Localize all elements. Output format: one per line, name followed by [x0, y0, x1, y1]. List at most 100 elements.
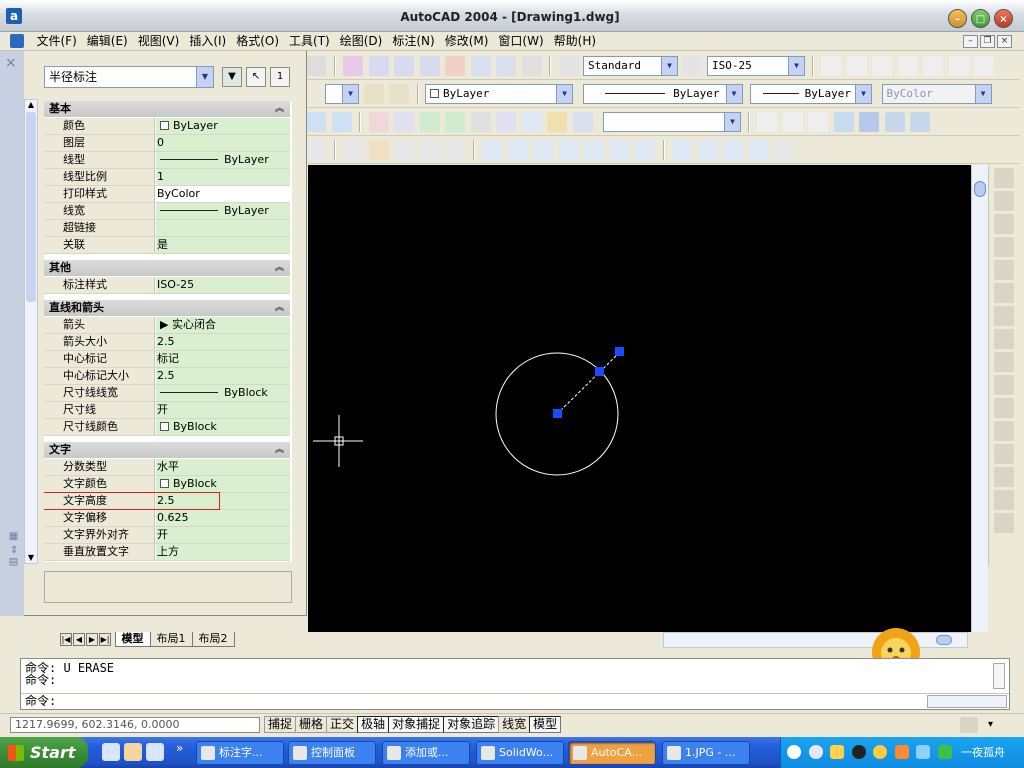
scroll-thumb[interactable]: [936, 635, 952, 645]
dim-edit-icon[interactable]: [994, 444, 1014, 464]
view-sw-iso-icon[interactable]: [635, 140, 655, 160]
doc-restore-button[interactable]: ❐: [980, 35, 995, 48]
collapse-icon[interactable]: ︽: [275, 442, 284, 458]
property-row[interactable]: 分数类型 水平: [44, 459, 290, 476]
view-right-icon[interactable]: [558, 140, 579, 160]
property-value[interactable]: ByBlock: [156, 476, 290, 492]
layout-tab-1[interactable]: 布局1: [149, 632, 193, 647]
property-value[interactable]: 上方: [156, 544, 290, 560]
dim-update-icon[interactable]: [994, 490, 1014, 510]
first-tab-icon[interactable]: |◀: [60, 633, 72, 646]
status-toggle[interactable]: 对象捕捉: [388, 716, 445, 733]
select-objects-icon[interactable]: ↖: [246, 67, 266, 87]
text-scale-icon[interactable]: [948, 56, 969, 76]
chevron-down-icon[interactable]: ▼: [342, 85, 358, 103]
chevron-down-icon[interactable]: ▼: [661, 57, 677, 75]
tool-palettes-icon[interactable]: [496, 56, 516, 76]
command-scrollbar[interactable]: [993, 663, 1005, 689]
spell-check-icon[interactable]: [897, 56, 918, 76]
property-value[interactable]: ByColor: [156, 186, 290, 202]
quicklaunch-explorer-icon[interactable]: [146, 743, 164, 761]
dim-baseline-icon[interactable]: [994, 329, 1014, 349]
chevron-down-icon[interactable]: ▼: [196, 67, 213, 87]
quicklaunch-desktop-icon[interactable]: [102, 743, 120, 761]
toggle-pickadd-icon[interactable]: ▼: [222, 67, 242, 87]
dim-text-edit-icon[interactable]: [994, 467, 1014, 487]
zoom-realtime-icon[interactable]: [368, 56, 389, 76]
title-bar[interactable]: a AutoCAD 2004 - [Drawing1.dwg] – □ ×: [0, 0, 1024, 32]
scroll-thumb[interactable]: [974, 181, 986, 197]
ucs-face-icon[interactable]: [394, 140, 414, 160]
property-value[interactable]: 水平: [156, 459, 290, 475]
menu-item-6[interactable]: 绘图(D): [335, 32, 388, 50]
shade-icon[interactable]: [782, 112, 803, 132]
property-row[interactable]: 箭头 ▶ 实心闭合: [44, 317, 290, 334]
design-center-icon[interactable]: [470, 56, 491, 76]
property-value[interactable]: 开: [156, 402, 290, 418]
property-row[interactable]: 文字高度 2.5: [44, 492, 290, 510]
dim-radius-icon[interactable]: [994, 237, 1014, 257]
menu-item-7[interactable]: 标注(N): [387, 32, 439, 50]
tray-k-icon[interactable]: [808, 745, 823, 759]
property-row[interactable]: 线宽 ByLayer: [44, 203, 290, 220]
taskbar-button[interactable]: 1.JPG - ...: [662, 741, 750, 765]
menu-item-10[interactable]: 帮助(H): [549, 32, 601, 50]
help-icon[interactable]: [521, 56, 542, 76]
property-row[interactable]: 中心标记大小 2.5: [44, 368, 290, 385]
view-ne-iso-icon[interactable]: [697, 140, 718, 160]
dim-diameter-icon[interactable]: [994, 260, 1014, 280]
dim-angular-icon[interactable]: [994, 283, 1014, 303]
view-left-icon[interactable]: [533, 140, 553, 160]
view-nw-iso-icon[interactable]: [723, 140, 743, 160]
status-toggle[interactable]: 模型: [529, 716, 562, 733]
tray-volume-icon[interactable]: [937, 745, 952, 759]
property-value[interactable]: 2.5: [156, 368, 290, 384]
property-value[interactable]: 是: [156, 237, 290, 253]
maximize-button[interactable]: □: [971, 9, 990, 28]
scroll-up-icon[interactable]: ▲: [26, 100, 36, 110]
property-row[interactable]: 中心标记 标记: [44, 351, 290, 368]
taskbar-button[interactable]: 控制面板: [288, 741, 376, 765]
view-bottom-icon[interactable]: [507, 140, 528, 160]
property-value[interactable]: ByBlock: [156, 419, 290, 435]
property-row[interactable]: 超链接: [44, 220, 290, 237]
last-tab-icon[interactable]: ▶|: [99, 633, 111, 646]
zoom-extents-icon[interactable]: [394, 112, 414, 132]
ucs-apply-icon[interactable]: [445, 140, 465, 160]
property-row[interactable]: 关联是: [44, 237, 290, 254]
tolerance-icon[interactable]: [994, 398, 1014, 418]
tray-settings-icon[interactable]: [960, 717, 978, 733]
view-se-iso-icon[interactable]: [672, 140, 692, 160]
zoom-previous-icon[interactable]: [419, 56, 440, 76]
property-row[interactable]: 图层 0: [44, 135, 290, 152]
layer-manager-icon[interactable]: [363, 84, 384, 104]
status-toggle[interactable]: 对象追踪: [443, 716, 500, 733]
swivel-camera-icon[interactable]: [496, 112, 516, 132]
property-row[interactable]: 尺寸线开: [44, 402, 290, 419]
layout-tab-0[interactable]: 模型: [114, 632, 151, 647]
property-value[interactable]: 0.625: [156, 510, 290, 526]
category-header[interactable]: 直线和箭头 ︽: [44, 300, 290, 316]
orbit-continuous-icon[interactable]: [445, 112, 465, 132]
quicklaunch-messenger-icon[interactable]: [124, 743, 142, 761]
collapse-icon[interactable]: ︽: [275, 260, 284, 276]
quicklaunch-more-icon[interactable]: »: [176, 741, 183, 755]
taskbar-button[interactable]: 标注字...: [196, 741, 284, 765]
property-row[interactable]: 打印样式 ByColor: [44, 186, 290, 203]
doc-close-button[interactable]: ×: [997, 35, 1012, 48]
menu-item-1[interactable]: 编辑(E): [82, 32, 133, 50]
property-value[interactable]: 开: [156, 527, 290, 543]
dim-aligned-icon[interactable]: [994, 191, 1014, 211]
gouraud-icon[interactable]: [859, 112, 879, 132]
property-value[interactable]: 2.5: [156, 334, 290, 350]
property-value[interactable]: ByLayer: [156, 203, 290, 219]
properties-icon[interactable]: [445, 56, 465, 76]
redo-icon[interactable]: [306, 56, 326, 76]
clip-planes-icon[interactable]: [521, 112, 542, 132]
wireframe-icon[interactable]: [808, 112, 828, 132]
category-header[interactable]: 文字 ︽: [44, 442, 290, 458]
menu-item-4[interactable]: 格式(O): [231, 32, 284, 50]
coordinates-display[interactable]: 1217.9699, 602.3146, 0.0000: [10, 717, 260, 733]
property-value[interactable]: ByBlock: [156, 385, 290, 401]
tray-shield-icon[interactable]: [830, 745, 844, 759]
